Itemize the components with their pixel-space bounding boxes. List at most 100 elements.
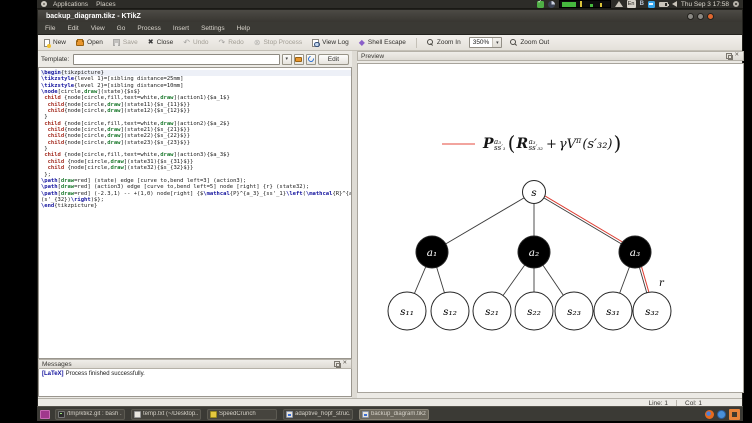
tree-node-label: a₂ [529, 247, 539, 259]
main-area: Template: Edit \begin{tikzpicture}\tikzs… [38, 51, 744, 398]
stop-process-icon [254, 39, 261, 47]
titlebar[interactable]: backup_diagram.tikz - KTikZ [38, 10, 742, 22]
taskbar-item-tmp-ktikz-git-bash[interactable]: /tmp/ktikz.git : bash ... [55, 408, 125, 420]
tree-node-label: s₂₁ [485, 306, 499, 318]
float-panel-icon[interactable] [726, 53, 733, 60]
template-edit-button[interactable]: Edit [317, 53, 349, 65]
view-log-icon [312, 38, 320, 47]
firefox-icon[interactable] [705, 409, 714, 419]
text-editor-icon [134, 410, 141, 418]
tree-node-label: a₁ [427, 247, 437, 259]
tree-node-label: s₁₂ [443, 306, 457, 318]
messages-header-icons [334, 360, 348, 368]
messages-title: Messages [42, 360, 72, 368]
pie-clock-icon[interactable] [547, 0, 555, 8]
code-line: \end{tikzpicture} [41, 203, 98, 210]
toolbar-button-close[interactable]: Close [146, 37, 176, 49]
toolbar-button-open[interactable]: Open [74, 37, 105, 49]
verify-applet-icon[interactable] [536, 0, 544, 8]
minimize-button[interactable] [687, 12, 694, 20]
toolbar-button-zoom-in[interactable]: Zoom In [425, 37, 463, 49]
template-dropdown-arrow[interactable] [281, 53, 292, 65]
message-tag: [LaTeX] [42, 371, 64, 377]
messages-header: Messages [38, 359, 352, 369]
system-monitor-icon[interactable] [558, 0, 611, 8]
window-title: backup_diagram.tikz - KTikZ [46, 12, 141, 20]
menu-view[interactable]: View [91, 25, 105, 32]
toolbar-button-zoom-out[interactable]: Zoom Out [508, 37, 551, 49]
menu-edit[interactable]: Edit [67, 25, 78, 32]
zoom-level-combo[interactable]: 350% [468, 37, 503, 48]
taskbar-item-speedcrunch[interactable]: SpeedCrunch [207, 408, 277, 420]
keyboard-layout-indicator[interactable]: En [626, 0, 636, 8]
toolbar-button-redo: Redo [217, 37, 246, 49]
panel-menu-places[interactable]: Places [96, 0, 116, 9]
zoom-level-value: 350% [472, 39, 490, 46]
taskbar-item-adaptive-hopf-struc[interactable]: adaptive_hopf_struc... [283, 408, 353, 420]
close-file-icon [148, 39, 154, 47]
bluetooth-icon[interactable] [640, 0, 644, 8]
terminal-icon [58, 410, 65, 418]
toolbar-button-undo: Undo [181, 37, 210, 49]
code-editor[interactable]: \begin{tikzpicture} \tikzstyle{level 1}=[… [38, 67, 352, 359]
tree-node-label: s₃₁ [606, 306, 620, 318]
new-document-icon [44, 38, 51, 48]
tree-edge [431, 191, 535, 253]
folder-icon [295, 56, 303, 62]
code-line: \path[draw=red] (action3) edge [curve to… [41, 184, 310, 191]
preview-title: Preview [361, 52, 385, 60]
menu-file[interactable]: File [45, 25, 55, 32]
volume-icon[interactable] [671, 1, 677, 7]
network-globe-icon[interactable] [717, 409, 726, 419]
redo-icon [219, 39, 226, 47]
close-panel-icon[interactable] [342, 360, 348, 367]
wifi-icon[interactable] [614, 1, 623, 7]
chevron-down-icon[interactable] [492, 38, 502, 47]
distro-logo-icon[interactable] [41, 1, 47, 7]
messaging-icon[interactable] [647, 0, 655, 8]
battery-icon[interactable] [658, 1, 669, 7]
toolbar-button-stop-process: Stop Process [252, 37, 304, 49]
menu-go[interactable]: Go [117, 25, 126, 32]
template-reload-button[interactable] [305, 53, 316, 65]
menu-settings[interactable]: Settings [201, 25, 225, 32]
toolbar-button-shell-escape[interactable]: Shell Escape [357, 37, 408, 49]
menu-insert[interactable]: Insert [173, 25, 189, 32]
menu-process[interactable]: Process [137, 25, 160, 32]
float-panel-icon[interactable] [334, 361, 341, 368]
menu-help[interactable]: Help [237, 25, 250, 32]
tree-node-label: s₂₂ [527, 306, 541, 318]
close-panel-icon[interactable] [734, 52, 740, 59]
preview-canvas: Pa₃ ss′₁ ( Ra₃ ss′₃₂ + γV π (s′₃₂) ) s a₁ a₂ a… [357, 63, 744, 393]
session-gear-icon[interactable] [733, 1, 739, 7]
maximize-button[interactable] [697, 12, 704, 20]
template-label: Template: [41, 55, 70, 63]
panel-menu-applications[interactable]: Applications [53, 0, 88, 9]
notification-icon[interactable] [729, 408, 740, 420]
backup-diagram-svg: s a₁ a₂ a₃ s₁₁ s₁₂ s₂₁ s₂₂ s₂₃ s₃₁ s₃₂ r [387, 180, 672, 331]
workspace-switcher[interactable] [40, 409, 50, 419]
tree-node-label: s₃₂ [645, 306, 659, 318]
ktikz-icon [362, 410, 369, 418]
zoom-in-icon [426, 39, 434, 47]
taskbar-item-backup-diagram-tikz[interactable]: backup_diagram.tikz ... [359, 408, 429, 420]
bottom-taskbar: /tmp/ktikz.git : bash ... temp.txt (~/Des… [37, 406, 743, 421]
refresh-icon [306, 54, 315, 64]
preview-header-icons [726, 52, 740, 60]
save-icon [112, 39, 120, 46]
toolbar-button-view-log[interactable]: View Log [310, 37, 351, 49]
taskbar-item-temp-txt-desktop[interactable]: temp.txt (~/Desktop... [131, 408, 201, 420]
toolbar-button-new[interactable]: New [42, 37, 68, 49]
template-browse-button[interactable] [293, 53, 304, 65]
zoom-out-icon [510, 39, 517, 47]
taskbar-tray [705, 408, 740, 420]
close-button[interactable] [707, 12, 714, 20]
clock[interactable]: Thu Sep 3 17:58 [681, 0, 729, 9]
editor-column: Template: Edit \begin{tikzpicture}\tikzs… [38, 51, 352, 398]
tree-node-label: s₂₃ [567, 306, 581, 318]
template-input[interactable] [73, 53, 280, 65]
window-controls [687, 12, 714, 20]
top-panel: Applications Places En Thu Sep 3 17:58 [37, 0, 743, 9]
panel-menus: Applications Places [53, 0, 116, 9]
tree-node-label: a₃ [630, 247, 640, 259]
